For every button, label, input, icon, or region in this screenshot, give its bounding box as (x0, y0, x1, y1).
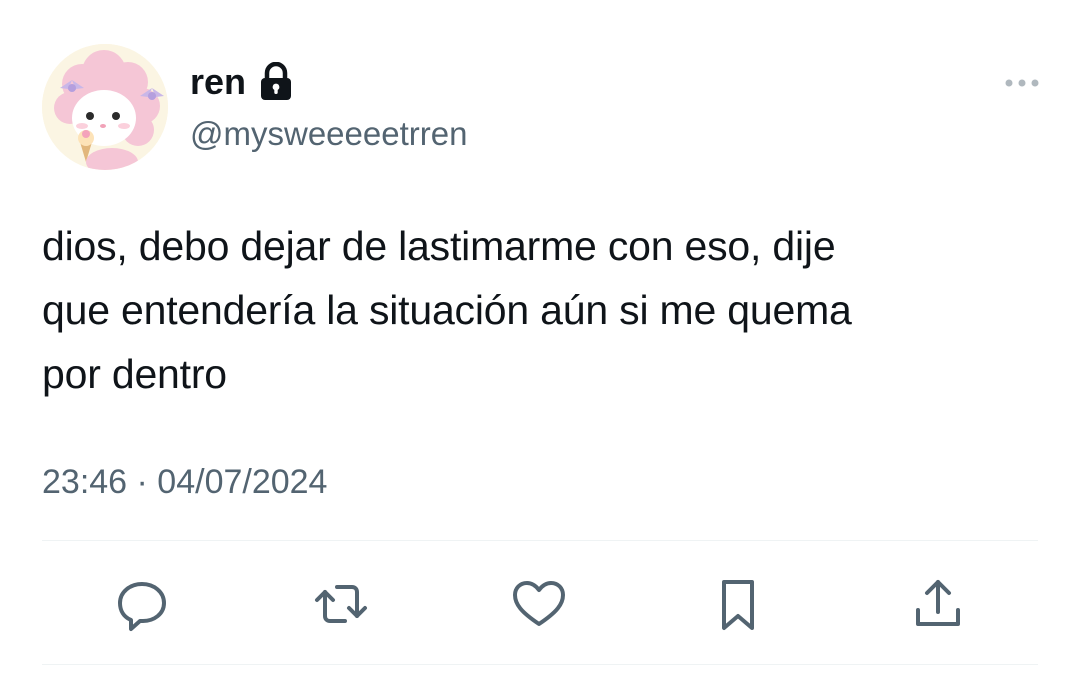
tweet-text: dios, debo dejar de lastimarme con eso, … (42, 223, 852, 397)
user-handle[interactable]: @mysweeeeetrren (190, 114, 467, 154)
avatar-image (42, 44, 168, 170)
divider (42, 540, 1038, 541)
share-icon (916, 580, 960, 626)
action-bar (0, 568, 1080, 640)
like-button[interactable] (503, 568, 575, 640)
bookmark-icon (722, 580, 754, 630)
like-icon (513, 581, 565, 626)
display-name[interactable]: ren (190, 60, 246, 104)
divider (42, 664, 1038, 665)
share-button[interactable] (902, 568, 974, 640)
tweet-card: ren @mysweeeeetrren dios, debo dejar de … (0, 0, 1080, 692)
avatar[interactable] (42, 44, 168, 170)
tweet-timestamp[interactable]: 23:46 · 04/07/2024 (42, 460, 327, 504)
retweet-icon (315, 585, 367, 623)
reply-icon (118, 582, 166, 631)
retweet-button[interactable] (305, 568, 377, 640)
bookmark-button[interactable] (702, 568, 774, 640)
reply-button[interactable] (106, 568, 178, 640)
lock-icon (261, 62, 292, 100)
more-options-button[interactable] (1000, 68, 1044, 98)
more-horizontal-icon (1005, 79, 1039, 87)
display-name-row: ren (190, 60, 294, 104)
